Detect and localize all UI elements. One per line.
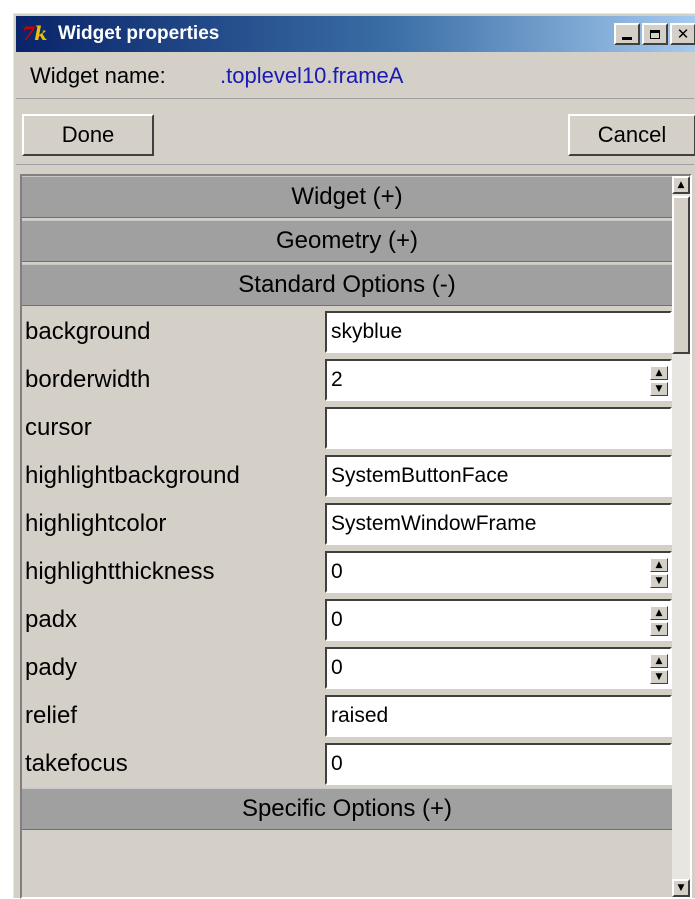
field-value: 0	[331, 608, 343, 631]
minimize-icon[interactable]	[614, 23, 640, 45]
pady-spinbox[interactable]: 0 ▲ ▼	[325, 647, 672, 689]
property-row-borderwidth: borderwidth 2 ▲ ▼	[22, 356, 672, 404]
property-row-highlightcolor: highlightcolor SystemWindowFrame	[22, 500, 672, 548]
cursor-field[interactable]	[325, 407, 672, 449]
caption-buttons: ✕	[614, 23, 695, 45]
window-title: Widget properties	[58, 23, 220, 44]
field-value: skyblue	[331, 320, 403, 343]
spinbox-arrows: ▲ ▼	[650, 654, 668, 684]
spin-down-icon[interactable]: ▼	[650, 382, 668, 396]
bottom-strip	[22, 832, 672, 862]
spin-up-icon[interactable]: ▲	[650, 366, 668, 380]
action-buttons-row: Done Cancel	[16, 100, 695, 165]
property-row-highlightthickness: highlightthickness 0 ▲ ▼	[22, 548, 672, 596]
close-icon[interactable]: ✕	[670, 23, 695, 45]
highlightcolor-field[interactable]: SystemWindowFrame	[325, 503, 672, 545]
spinbox-arrows: ▲ ▼	[650, 606, 668, 636]
scroll-up-icon[interactable]: ▲	[672, 176, 690, 194]
scrollbar-thumb[interactable]	[672, 196, 690, 354]
property-name: highlightthickness	[25, 558, 215, 585]
spin-up-icon[interactable]: ▲	[650, 654, 668, 668]
properties-content: Widget (+) Geometry (+) Standard Options…	[22, 176, 672, 862]
field-value: 0	[331, 560, 343, 583]
cancel-button[interactable]: Cancel	[568, 114, 695, 156]
property-name: pady	[25, 654, 78, 681]
spin-down-icon[interactable]: ▼	[650, 670, 668, 684]
borderwidth-spinbox[interactable]: 2 ▲ ▼	[325, 359, 672, 401]
relief-field[interactable]: raised	[325, 695, 672, 737]
tk-logo-icon[interactable]: 7k	[22, 23, 52, 45]
spinbox-arrows: ▲ ▼	[650, 558, 668, 588]
field-value: 0	[331, 656, 343, 679]
background-field[interactable]: skyblue	[325, 311, 672, 353]
spin-up-icon[interactable]: ▲	[650, 606, 668, 620]
property-name: takefocus	[25, 750, 128, 777]
section-geometry[interactable]: Geometry (+)	[22, 220, 672, 262]
field-value: SystemButtonFace	[331, 464, 509, 487]
property-row-cursor: cursor	[22, 404, 672, 452]
widget-properties-window: 7k Widget properties ✕ Widget name: .top…	[13, 13, 695, 899]
property-name: background	[25, 318, 151, 345]
property-row-background: background skyblue	[22, 308, 672, 356]
property-row-padx: padx 0 ▲ ▼	[22, 596, 672, 644]
section-widget[interactable]: Widget (+)	[22, 176, 672, 218]
done-button[interactable]: Done	[22, 114, 154, 156]
spin-down-icon[interactable]: ▼	[650, 574, 668, 588]
property-name: borderwidth	[25, 366, 151, 393]
widget-name-value: .toplevel10.frameA	[220, 63, 404, 88]
highlightbackground-field[interactable]: SystemButtonFace	[325, 455, 672, 497]
property-name: padx	[25, 606, 78, 633]
title-bar[interactable]: 7k Widget properties ✕	[16, 16, 695, 52]
property-row-takefocus: takefocus 0	[22, 740, 672, 788]
field-value: 2	[331, 368, 343, 391]
takefocus-field[interactable]: 0	[325, 743, 672, 785]
padx-spinbox[interactable]: 0 ▲ ▼	[325, 599, 672, 641]
widget-name-label: Widget name:	[30, 63, 166, 88]
property-name: highlightcolor	[25, 510, 167, 537]
property-row-pady: pady 0 ▲ ▼	[22, 644, 672, 692]
maximize-icon[interactable]	[642, 23, 668, 45]
field-value: raised	[331, 704, 389, 727]
section-standard-options[interactable]: Standard Options (-)	[22, 264, 672, 306]
spinbox-arrows: ▲ ▼	[650, 366, 668, 396]
scroll-down-icon[interactable]: ▼	[672, 879, 690, 897]
property-name: relief	[25, 702, 78, 729]
property-row-relief: relief raised	[22, 692, 672, 740]
field-value: 0	[331, 752, 343, 775]
vertical-scrollbar[interactable]: ▲ ▼	[672, 176, 690, 897]
property-name: highlightbackground	[25, 462, 240, 489]
highlightthickness-spinbox[interactable]: 0 ▲ ▼	[325, 551, 672, 593]
properties-scroll-area: Widget (+) Geometry (+) Standard Options…	[20, 174, 692, 899]
property-name: cursor	[25, 414, 92, 441]
field-value: SystemWindowFrame	[331, 512, 537, 535]
section-specific-options[interactable]: Specific Options (+)	[22, 788, 672, 830]
widget-name-row: Widget name: .toplevel10.frameA	[16, 54, 694, 99]
spin-up-icon[interactable]: ▲	[650, 558, 668, 572]
property-row-highlightbackground: highlightbackground SystemButtonFace	[22, 452, 672, 500]
spin-down-icon[interactable]: ▼	[650, 622, 668, 636]
